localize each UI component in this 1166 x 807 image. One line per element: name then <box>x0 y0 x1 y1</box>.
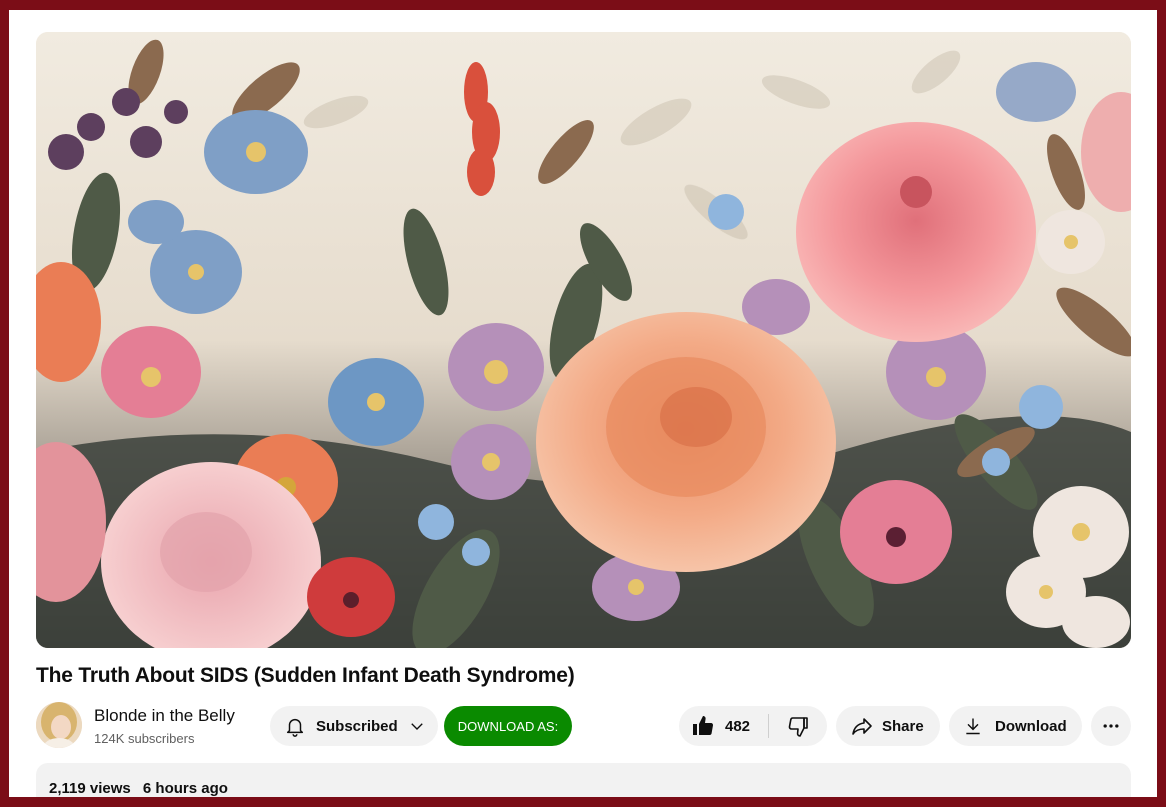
download-icon <box>966 718 980 735</box>
upload-time: 6 hours ago <box>142 780 228 797</box>
video-title: The Truth About SIDS (Sudden Infant Deat… <box>36 664 575 687</box>
description-meta: 2,119 views 6 hours ago <box>49 780 228 797</box>
share-label: Share <box>882 717 924 735</box>
view-count: 2,119 views <box>49 780 131 797</box>
subscribed-label: Subscribed <box>316 717 398 735</box>
description-box[interactable]: 2,119 views 6 hours ago <box>36 763 1131 807</box>
video-thumbnail <box>36 32 1131 648</box>
thumbs-up-icon <box>693 716 714 736</box>
video-player[interactable] <box>36 32 1131 648</box>
subscribed-button[interactable]: Subscribed <box>270 706 438 746</box>
thumbs-down-icon <box>788 717 808 737</box>
download-as-button[interactable]: DOWNLOAD AS: <box>444 706 572 746</box>
dislike-button[interactable] <box>769 706 827 746</box>
chevron-down-icon <box>410 723 423 730</box>
share-arrow-icon <box>852 718 872 735</box>
download-label: Download <box>995 717 1067 735</box>
share-button[interactable]: Share <box>836 706 940 746</box>
like-dislike-group: 482 <box>679 706 827 746</box>
subscriber-count: 124K subscribers <box>94 731 195 746</box>
like-count: 482 <box>725 717 751 735</box>
channel-avatar[interactable] <box>36 702 82 748</box>
bell-icon <box>286 718 304 737</box>
like-button[interactable]: 482 <box>679 706 768 746</box>
more-horizontal-icon <box>1103 724 1119 728</box>
channel-name[interactable]: Blonde in the Belly <box>94 706 235 726</box>
download-button[interactable]: Download <box>949 706 1082 746</box>
more-actions-button[interactable] <box>1091 706 1131 746</box>
